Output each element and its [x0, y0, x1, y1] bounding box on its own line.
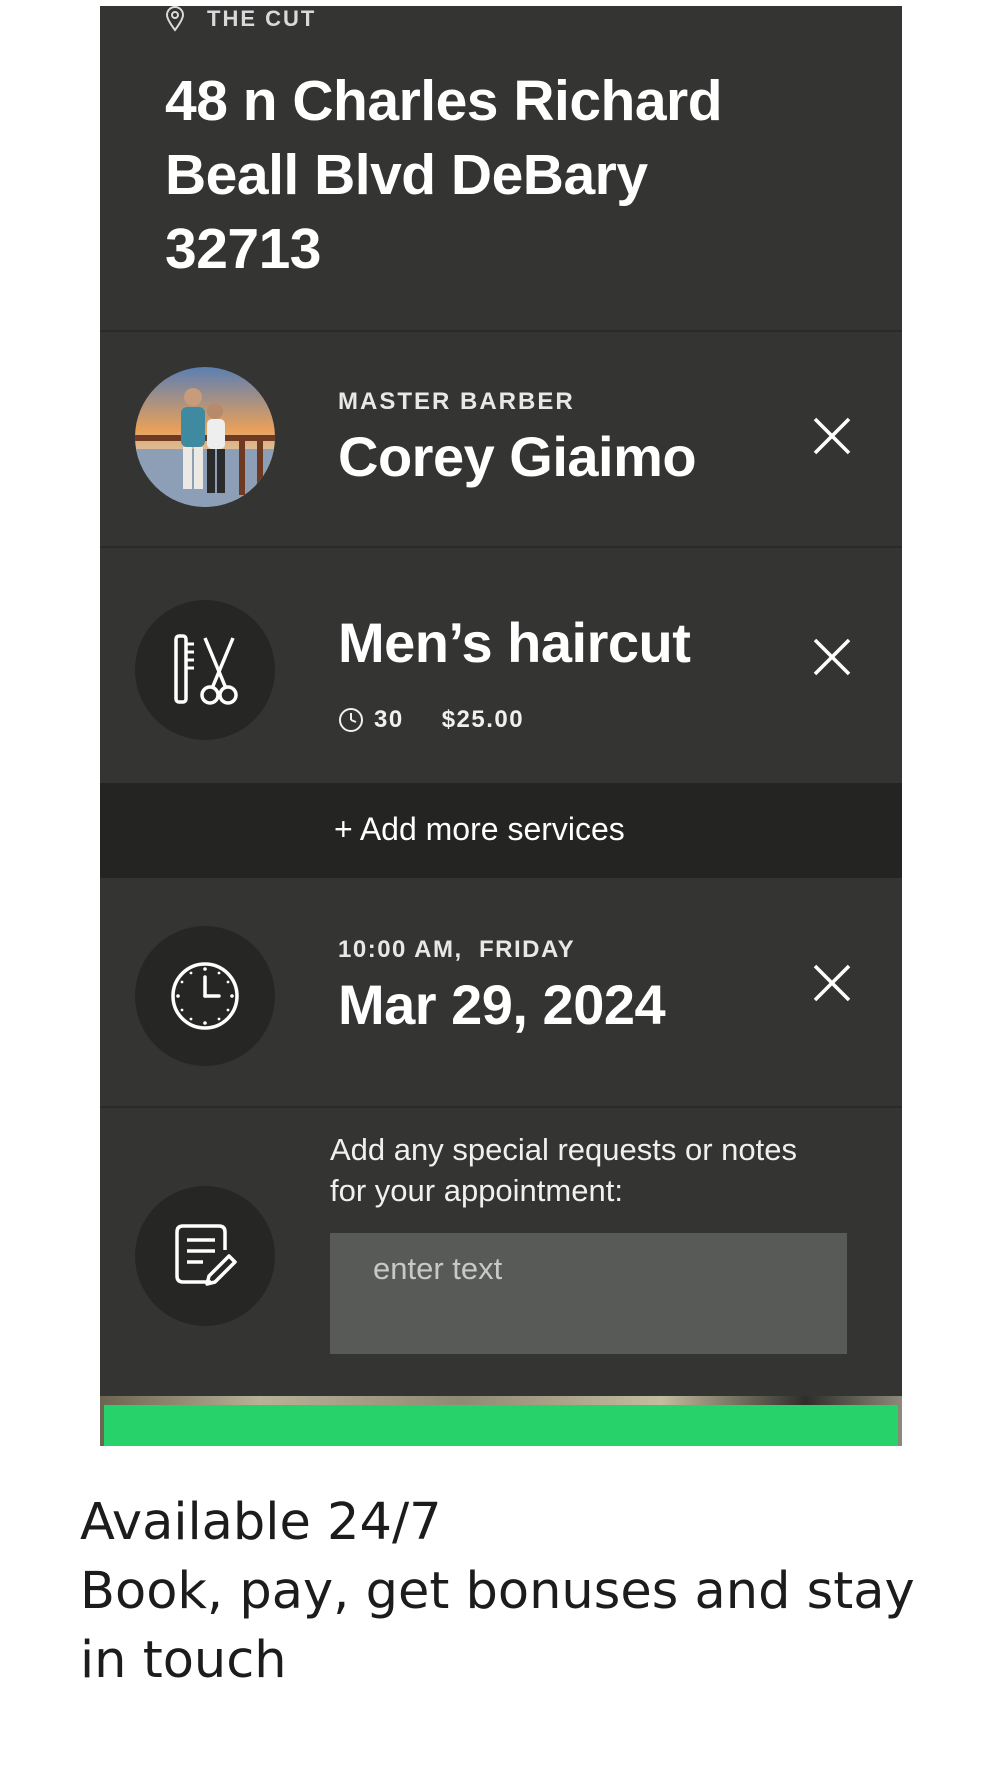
service-price: $25.00 [441, 706, 525, 733]
location-header: THE CUT [165, 6, 316, 32]
appointment-date: Mar 29, 2024 [338, 973, 666, 1036]
appointment-time-day: 10:00 AM, FRIDAY [338, 936, 576, 963]
appointment-icon-circle [135, 926, 275, 1066]
clock-small-icon [339, 708, 363, 732]
caption-line-2: Book, pay, get bonuses and stay in touch [80, 1562, 915, 1690]
comb-scissors-icon [174, 634, 238, 705]
clock-icon [171, 962, 239, 1030]
shop-address: 48 n Charles Richard Beall Blvd DeBary 3… [165, 69, 723, 281]
appointment-time-row[interactable]: 10:00 AM, FRIDAY Mar 29, 2024 [100, 878, 902, 1106]
notes-input[interactable] [330, 1233, 847, 1354]
barber-name: Corey Giaimo [338, 425, 697, 488]
barber-avatar-photo [135, 367, 275, 507]
promo-caption: Available 24/7 Book, pay, get bonuses an… [80, 1488, 960, 1695]
notes-icon-circle [135, 1186, 275, 1326]
barber-avatar [135, 367, 275, 507]
barber-role: MASTER BARBER [338, 388, 575, 415]
caption-line-1: Available 24/7 [80, 1493, 442, 1552]
add-more-services-label: + Add more services [334, 811, 625, 847]
divider [100, 1106, 902, 1108]
book-button[interactable] [104, 1405, 898, 1446]
remove-appointment-close-icon[interactable] [807, 958, 857, 1008]
remove-service-close-icon[interactable] [807, 632, 857, 682]
remove-barber-close-icon[interactable] [807, 411, 857, 461]
service-duration: 30 [374, 706, 404, 733]
notes-label: Add any special requests or notes for yo… [330, 1132, 797, 1208]
add-more-services-button[interactable]: + Add more services [100, 783, 902, 878]
barber-row[interactable]: MASTER BARBER Corey Giaimo [100, 332, 902, 546]
service-name: Men’s haircut [338, 611, 691, 674]
booking-screen: THE CUT 48 n Charles Richard Beall Blvd … [100, 6, 902, 1446]
service-meta: 30 $25.00 [338, 706, 524, 734]
location-label: THE CUT [207, 6, 317, 31]
service-row[interactable]: Men’s haircut 30 $25.00 [100, 548, 902, 783]
notes-edit-icon [175, 1224, 237, 1286]
map-pin-icon [165, 6, 185, 32]
service-icon-circle [135, 600, 275, 740]
